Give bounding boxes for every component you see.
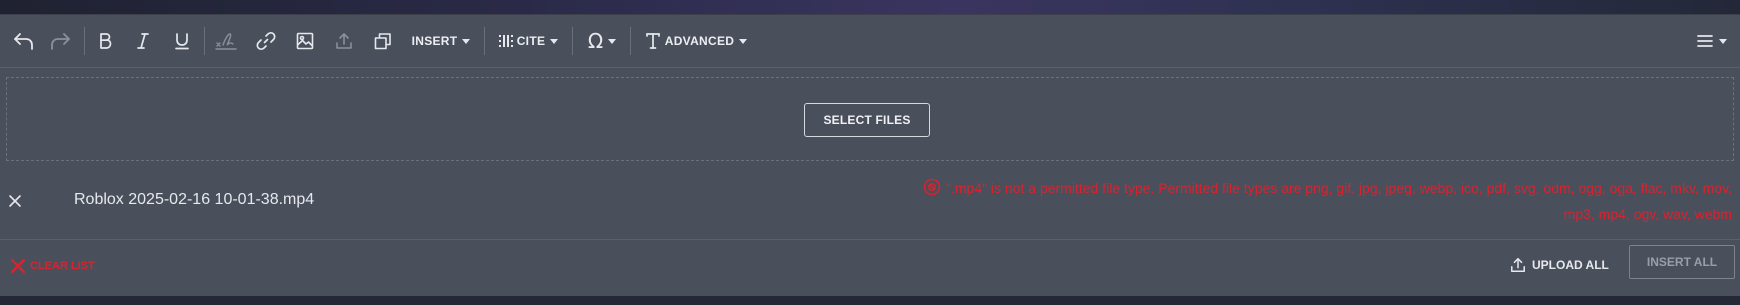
file-error-text: ".mp4" is not a permitted file type. Per… — [945, 180, 1732, 222]
file-list-item: Roblox 2025-02-16 10-01-38.mp4 ".mp4" is… — [0, 173, 1740, 240]
toolbar-divider — [484, 27, 485, 55]
upload-editor-panel: INSERT CITE Ω ADVANCED SELECT FILES Robl… — [0, 14, 1740, 297]
undo-button[interactable] — [10, 27, 38, 55]
close-icon — [9, 195, 21, 207]
close-icon — [10, 258, 26, 274]
italic-icon — [137, 33, 149, 49]
menu-icon — [1696, 35, 1713, 47]
chevron-down-icon — [739, 38, 748, 44]
toolbar-divider — [630, 27, 631, 55]
page-backdrop — [0, 0, 1740, 14]
underline-icon — [175, 33, 189, 50]
upload-media-button[interactable] — [332, 27, 356, 55]
file-name: Roblox 2025-02-16 10-01-38.mp4 — [74, 191, 315, 208]
chevron-down-icon — [550, 38, 559, 44]
chevron-down-icon — [462, 38, 471, 44]
toolbar-menu-button[interactable] — [1692, 27, 1730, 55]
italic-button[interactable] — [132, 27, 154, 55]
redo-icon — [51, 33, 70, 50]
special-characters-button[interactable]: Ω — [584, 27, 620, 55]
error-icon — [923, 178, 941, 203]
image-icon — [296, 32, 314, 50]
signature-icon — [215, 33, 237, 50]
redo-button[interactable] — [46, 27, 74, 55]
page-backdrop-bottom — [0, 296, 1740, 305]
image-button[interactable] — [293, 27, 317, 55]
insert-menu-button[interactable]: INSERT — [410, 27, 472, 55]
toolbar-divider — [84, 27, 85, 55]
toolbar-divider — [204, 27, 205, 55]
cite-menu-button[interactable]: CITE — [496, 27, 560, 55]
advanced-label: ADVANCED — [664, 34, 735, 48]
undo-icon — [14, 33, 33, 50]
upload-icon — [1511, 258, 1525, 272]
special-character-icon: Ω — [587, 29, 604, 53]
chevron-down-icon — [608, 38, 617, 44]
toolbar-divider — [572, 27, 573, 55]
gallery-icon — [374, 33, 391, 50]
clear-list-button[interactable]: CLEAR LIST — [10, 258, 95, 274]
gallery-button[interactable] — [371, 27, 395, 55]
cite-icon — [498, 35, 513, 47]
link-icon — [256, 31, 276, 51]
remove-file-button[interactable] — [8, 193, 22, 207]
file-error-message: ".mp4" is not a permitted file type. Per… — [912, 177, 1732, 226]
insert-label: INSERT — [411, 34, 458, 48]
cite-label: CITE — [516, 34, 546, 48]
insert-all-button[interactable]: INSERT ALL — [1629, 245, 1735, 279]
underline-button[interactable] — [171, 27, 193, 55]
select-files-button[interactable]: SELECT FILES — [804, 103, 930, 137]
signature-button[interactable] — [214, 27, 238, 55]
link-button[interactable] — [254, 27, 278, 55]
editor-toolbar: INSERT CITE Ω ADVANCED — [0, 15, 1740, 68]
clear-list-label: CLEAR LIST — [30, 260, 95, 272]
upload-all-button[interactable]: UPLOAD ALL — [1510, 257, 1609, 273]
upload-all-label: UPLOAD ALL — [1532, 258, 1609, 272]
bold-icon — [100, 33, 112, 49]
advanced-menu-button[interactable]: ADVANCED — [644, 27, 748, 55]
upload-icon — [336, 33, 352, 49]
upload-footer: CLEAR LIST UPLOAD ALL INSERT ALL — [0, 241, 1740, 297]
bold-button[interactable] — [94, 27, 116, 55]
chevron-down-icon — [1718, 38, 1727, 44]
text-style-icon — [645, 33, 660, 49]
